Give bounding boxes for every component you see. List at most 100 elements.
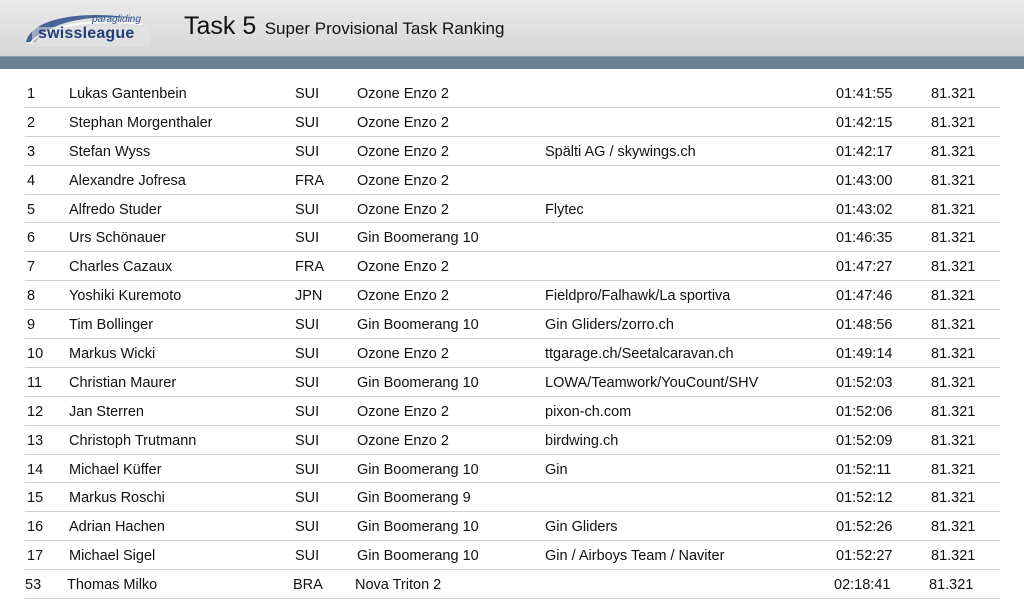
- time-cell: 01:52:12: [836, 490, 893, 507]
- rank-cell: 53: [25, 577, 42, 594]
- time-cell: 01:52:27: [836, 548, 893, 565]
- pilot-name-cell: Stephan Morgenthaler: [69, 114, 213, 131]
- rank-cell: 13: [27, 432, 44, 449]
- rank-cell: 6: [27, 230, 36, 247]
- task-label: Task 5: [184, 12, 257, 40]
- score-cell: 81.321: [931, 288, 976, 305]
- table-row: 3 Stefan Wyss SUI Ozone Enzo 2 Spälti AG / s…: [25, 137, 1000, 166]
- nation-cell: BRA: [293, 577, 323, 594]
- sponsor-cell: pixon-ch.com: [545, 403, 632, 420]
- nation-cell: SUI: [295, 519, 320, 536]
- time-cell: 01:47:46: [836, 288, 893, 305]
- nation-cell: FRA: [295, 259, 324, 276]
- time-cell: 01:42:17: [836, 143, 893, 160]
- pilot-name-cell: Christoph Trutmann: [69, 432, 197, 449]
- rank-cell: 5: [27, 201, 36, 218]
- sponsor-cell: Fieldpro/Falhawk/La sportiva: [545, 288, 731, 305]
- pilot-name-cell: Urs Schönauer: [69, 230, 166, 247]
- glider-cell: Nova Triton 2: [355, 577, 442, 594]
- table-row: 14 Michael Küffer SUI Gin Boomerang 10 Gin 01…: [25, 455, 1000, 484]
- time-cell: 01:47:27: [836, 259, 893, 276]
- table-row: 12 Jan Sterren SUI Ozone Enzo 2 pixon-ch.com…: [25, 397, 1000, 426]
- table-row: 2 Stephan Morgenthaler SUI Ozone Enzo 2 01:4…: [25, 108, 1000, 137]
- pilot-name-cell: Lukas Gantenbein: [69, 86, 187, 102]
- rank-cell: 2: [27, 114, 36, 131]
- table-row: 9 Tim Bollinger SUI Gin Boomerang 10 Gin Gli…: [25, 310, 1000, 340]
- rank-cell: 10: [27, 346, 44, 363]
- nation-cell: SUI: [295, 317, 320, 334]
- glider-cell: Gin Boomerang 10: [357, 461, 479, 478]
- score-cell: 81.321: [931, 432, 976, 449]
- nation-cell: SUI: [295, 374, 320, 391]
- time-cell: 01:46:35: [836, 230, 893, 247]
- score-cell: 81.321: [931, 403, 976, 420]
- score-cell: 81.321: [931, 346, 976, 363]
- score-cell: 81.321: [931, 317, 976, 334]
- glider-cell: Ozone Enzo 2: [357, 86, 449, 102]
- sponsor-cell: birdwing.ch: [545, 432, 619, 449]
- ranking-table: 1 Lukas Gantenbein SUI Ozone Enzo 2 01:41:55…: [25, 79, 1000, 600]
- time-cell: 02:18:41: [834, 577, 891, 594]
- nation-cell: FRA: [295, 172, 324, 189]
- pilot-name-cell: Tim Bollinger: [69, 317, 154, 334]
- pilot-name-cell: Alfredo Studer: [69, 201, 162, 218]
- nation-cell: SUI: [295, 143, 320, 160]
- time-cell: 01:41:55: [836, 86, 893, 102]
- glider-cell: Ozone Enzo 2: [357, 403, 449, 420]
- table-row: 7 Charles Cazaux FRA Ozone Enzo 2 01:47:27 81…: [25, 252, 1000, 282]
- table-row: 11 Christian Maurer SUI Gin Boomerang 10 LOW…: [25, 368, 1000, 397]
- table-row: 16 Adrian Hachen SUI Gin Boomerang 10 Gin Gl…: [25, 512, 1000, 542]
- glider-cell: Ozone Enzo 2: [357, 143, 449, 160]
- rank-cell: 16: [27, 519, 44, 536]
- time-cell: 01:52:11: [836, 461, 892, 478]
- score-cell: 81.321: [931, 201, 976, 218]
- rank-cell: 15: [27, 490, 44, 507]
- header-divider-bar: [0, 56, 1024, 69]
- glider-cell: Gin Boomerang 10: [357, 519, 479, 536]
- rank-cell: 9: [27, 317, 36, 334]
- glider-cell: Ozone Enzo 2: [357, 346, 449, 363]
- score-cell: 81.321: [931, 461, 976, 478]
- sponsor-cell: Gin Gliders/zorro.ch: [545, 317, 674, 334]
- pilot-name-cell: Charles Cazaux: [69, 259, 173, 276]
- sponsor-cell: LOWA/Teamwork/YouCount/SHV: [545, 374, 759, 391]
- pilot-name-cell: Christian Maurer: [69, 374, 177, 391]
- score-cell: 81.321: [931, 548, 976, 565]
- rank-cell: 14: [27, 461, 44, 478]
- rank-cell: 4: [27, 172, 36, 189]
- nation-cell: SUI: [295, 490, 320, 507]
- pilot-name-cell: Adrian Hachen: [69, 519, 165, 536]
- ranking-subtitle: Super Provisional Task Ranking: [264, 19, 505, 38]
- pilot-name-cell: Michael Küffer: [69, 461, 162, 478]
- table-row: 4 Alexandre Jofresa FRA Ozone Enzo 2 01:43:0…: [25, 166, 1000, 195]
- sponsor-cell: ttgarage.ch/Seetalcaravan.ch: [545, 346, 734, 363]
- rank-cell: 7: [27, 259, 36, 276]
- glider-cell: Ozone Enzo 2: [357, 432, 449, 449]
- score-cell: 81.321: [931, 490, 976, 507]
- table-row: 6 Urs Schönauer SUI Gin Boomerang 10 01:46:3…: [25, 223, 1000, 253]
- pilot-name-cell: Markus Roschi: [69, 490, 165, 507]
- pilot-name-cell: Jan Sterren: [69, 403, 144, 420]
- score-cell: 81.321: [931, 519, 976, 536]
- rank-cell: 12: [27, 403, 44, 420]
- rank-cell: 17: [27, 548, 44, 565]
- time-cell: 01:43:00: [836, 172, 893, 189]
- swissleague-logo[interactable]: paragliding swissleague: [22, 8, 152, 50]
- nation-cell: SUI: [295, 432, 320, 449]
- nation-cell: SUI: [295, 201, 320, 218]
- time-cell: 01:43:02: [836, 201, 893, 218]
- score-cell: 81.321: [931, 114, 976, 131]
- glider-cell: Ozone Enzo 2: [357, 259, 449, 276]
- table-row: 17 Michael Sigel SUI Gin Boomerang 10 Gin / …: [25, 541, 1000, 571]
- glider-cell: Gin Boomerang 10: [357, 317, 479, 334]
- nation-cell: SUI: [295, 346, 320, 363]
- score-cell: 81.321: [931, 143, 976, 160]
- pilot-name-cell: Alexandre Jofresa: [69, 172, 186, 189]
- time-cell: 01:52:26: [836, 519, 893, 536]
- table-row: 1 Lukas Gantenbein SUI Ozone Enzo 2 01:41:55…: [25, 79, 1000, 108]
- table-row: 8 Yoshiki Kuremoto JPN Ozone Enzo 2 Fieldpro…: [25, 281, 1000, 311]
- time-cell: 01:42:15: [836, 114, 893, 131]
- page-header: paragliding swissleague Task 5 Super Pro…: [0, 0, 1024, 56]
- rank-cell: 3: [27, 143, 36, 160]
- time-cell: 01:52:09: [836, 432, 893, 449]
